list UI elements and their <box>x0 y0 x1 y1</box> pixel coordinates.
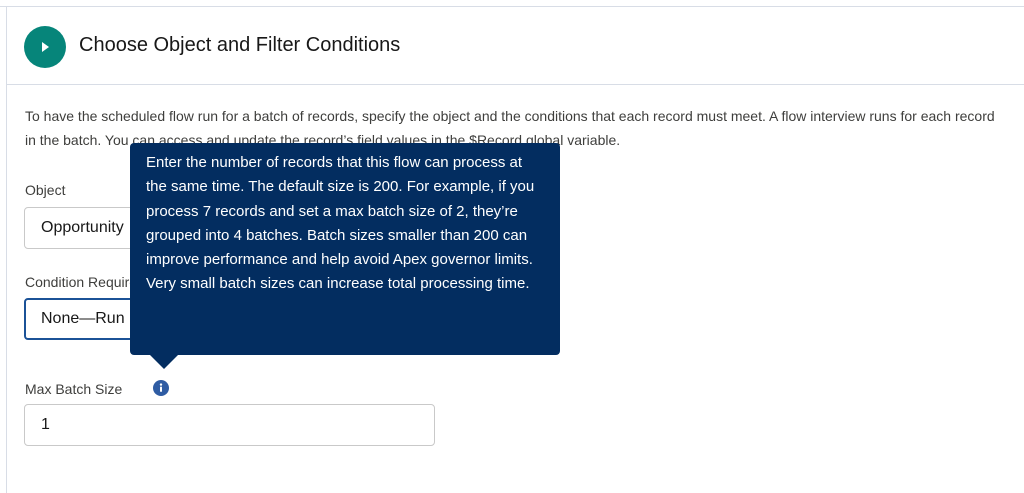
top-divider <box>0 0 1024 7</box>
max-batch-size-input[interactable]: 1 <box>24 404 435 446</box>
help-tooltip: Enter the number of records that this fl… <box>130 143 560 355</box>
flow-builder-panel: Choose Object and Filter Conditions To h… <box>0 0 1024 493</box>
info-icon[interactable] <box>153 380 169 396</box>
object-label: Object <box>25 182 66 198</box>
section-header: Choose Object and Filter Conditions <box>7 7 1024 85</box>
max-batch-size-label: Max Batch Size <box>25 381 123 397</box>
section-title: Choose Object and Filter Conditions <box>79 34 401 56</box>
tooltip-text: Enter the number of records that this fl… <box>146 154 535 293</box>
tooltip-pointer <box>150 355 178 369</box>
play-icon <box>24 26 66 68</box>
